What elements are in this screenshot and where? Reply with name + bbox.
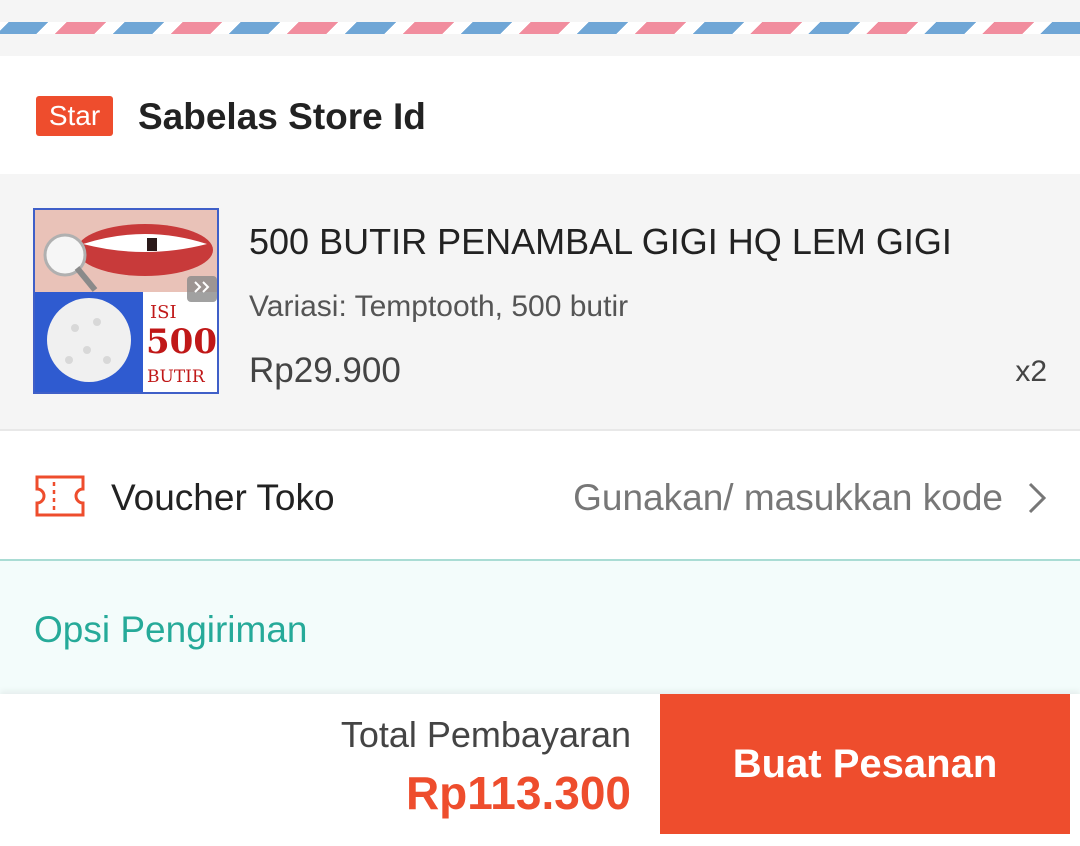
voucher-label: Voucher Toko bbox=[111, 477, 335, 518]
shipping-options-label[interactable]: Opsi Pengiriman bbox=[34, 607, 308, 653]
product-thumbnail[interactable]: ISI 500 BUTIR bbox=[33, 208, 219, 394]
place-order-button[interactable]: Buat Pesanan bbox=[660, 694, 1070, 834]
product-price: Rp29.900 bbox=[249, 351, 401, 390]
total-payment-label: Total Pembayaran bbox=[340, 714, 631, 755]
total-payment-value: Rp113.300 bbox=[405, 767, 631, 819]
shop-name[interactable]: Sabelas Store Id bbox=[138, 94, 426, 140]
product-quantity: x2 bbox=[1015, 355, 1047, 388]
product-title[interactable]: 500 BUTIR PENAMBAL GIGI HQ LEM GIGI bbox=[249, 218, 952, 266]
image-text-500: 500 bbox=[146, 322, 217, 362]
product-variant: Variasi: Temptooth, 500 butir bbox=[249, 290, 629, 323]
checkout-page: Star Sabelas Store Id ISI 500 BUTIR 500 … bbox=[0, 0, 1080, 846]
product-image: ISI 500 BUTIR bbox=[35, 210, 217, 392]
voucher-code-link[interactable]: Gunakan/ masukkan kode bbox=[573, 475, 1003, 521]
image-text-isi: ISI bbox=[150, 302, 177, 323]
address-stripe-border bbox=[0, 22, 1080, 34]
star-seller-badge: Star bbox=[36, 96, 113, 136]
image-text-butir: BUTIR bbox=[147, 367, 206, 387]
chevron-right-icon[interactable] bbox=[1026, 480, 1050, 516]
ticket-icon bbox=[34, 474, 86, 518]
